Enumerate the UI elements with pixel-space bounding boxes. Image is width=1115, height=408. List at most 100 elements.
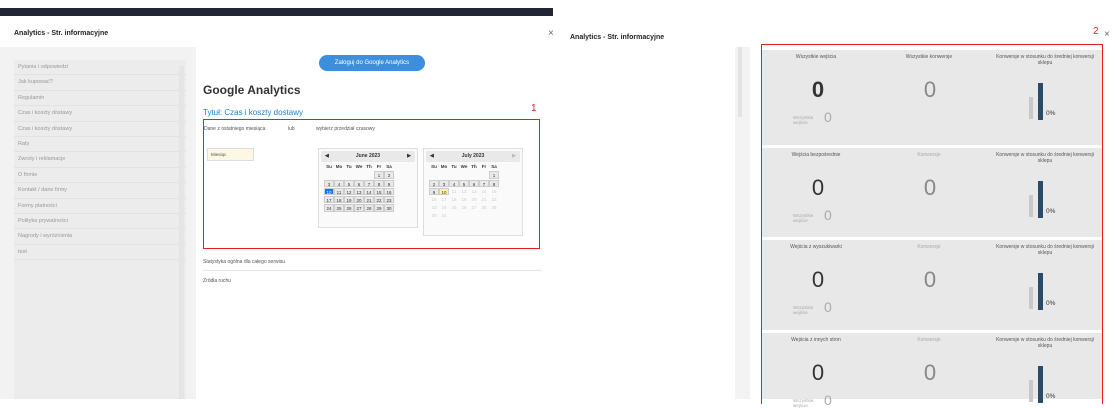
calendar-day-disabled: 31 [441, 213, 447, 219]
sidebar-item[interactable]: Formy płatności [14, 199, 186, 214]
close-icon[interactable]: × [548, 28, 554, 39]
calendar-day-disabled: 24 [441, 205, 447, 211]
calendar-day[interactable]: 25 [334, 204, 344, 212]
calendar-day[interactable]: 18 [334, 195, 344, 204]
calendar-day-disabled: 14 [481, 188, 487, 194]
scrollbar[interactable] [738, 47, 742, 117]
calendar-day[interactable]: 20 [354, 195, 364, 204]
calendar-day[interactable]: 27 [354, 204, 364, 212]
calendar-day[interactable]: 19 [344, 195, 354, 204]
calendar-day[interactable]: 11 [334, 187, 344, 196]
calendar-day[interactable]: 1 [489, 171, 499, 179]
sidebar-scrollbar[interactable] [179, 66, 184, 399]
calendar-day[interactable]: 24 [324, 204, 334, 212]
weekday-label: Tu [451, 164, 457, 169]
calendar-day[interactable]: 8 [489, 179, 499, 187]
calendar-blank [479, 171, 488, 178]
sidebar-item[interactable]: Jak kupować? [14, 75, 186, 91]
calendar-day[interactable]: 4 [334, 179, 344, 187]
page-title: Google Analytics [203, 83, 301, 97]
calendar-day[interactable]: 8 [374, 179, 384, 187]
calendar-day-disabled: 13 [471, 188, 477, 194]
calendar-day[interactable]: 6 [469, 179, 479, 187]
calendar-day[interactable]: 6 [354, 179, 364, 187]
calendar-day[interactable]: 5 [459, 179, 469, 187]
sidebar-item[interactable]: Pytania i odpowiedzi [14, 60, 186, 76]
calendar-blank [334, 171, 343, 178]
month-field[interactable]: Miesiąc [207, 148, 254, 161]
calendar-days: 1 2 3 4 5 6 7 8 9 10 11 12 13 14 15 16 1… [324, 171, 415, 212]
annotation-label-1: 1 [531, 103, 537, 114]
sidebar-item[interactable]: Nagrody i wyróżnienia [14, 229, 186, 245]
weekday-label: Th [366, 164, 372, 169]
calendar-day-selected[interactable]: 10 [324, 187, 334, 196]
calendar-day[interactable]: 13 [354, 187, 364, 196]
panel-title: Analytics - Str. informacyjne [14, 30, 109, 37]
calendar-day-disabled: 23 [431, 205, 437, 211]
close-icon[interactable]: × [1104, 29, 1110, 40]
sidebar-item[interactable]: O firmie [14, 168, 186, 184]
calendar-day[interactable]: 1 [374, 171, 384, 179]
sidebar-item[interactable]: Zwroty i reklamacje [14, 152, 186, 168]
calendar-day-disabled: 16 [431, 196, 437, 202]
stats-overall-link[interactable]: Statystyka ogólna dla całego serwisu [203, 259, 285, 265]
calendar-day[interactable]: 26 [344, 204, 354, 212]
calendar-day[interactable]: 2 [429, 179, 439, 187]
calendar-day-disabled: 19 [461, 196, 467, 202]
calendar-day[interactable]: 28 [364, 204, 374, 212]
calendar-day[interactable]: 23 [384, 195, 394, 204]
calendar-day[interactable]: 3 [324, 179, 334, 187]
calendar-day[interactable]: 2 [384, 171, 394, 179]
sidebar-item[interactable]: test [14, 245, 186, 261]
calendar-day-disabled: 22 [491, 196, 497, 202]
weekday-label: Fr [481, 164, 487, 169]
calendar-day[interactable]: 30 [384, 204, 394, 212]
calendar-blank [344, 171, 353, 178]
calendar-day-disabled: 15 [491, 188, 497, 194]
sidebar-item[interactable]: Kontakt / dane firmy [14, 183, 186, 199]
calendar-blank [459, 171, 468, 178]
last-month-link[interactable]: Dane z ostatniego miesiąca [204, 126, 265, 132]
calendar-day[interactable]: 4 [449, 179, 459, 187]
calendar-day[interactable]: 15 [374, 187, 384, 196]
calendar-day-disabled: 21 [481, 196, 487, 202]
calendar-day[interactable]: 7 [364, 179, 374, 187]
calendar-blank [324, 171, 333, 178]
calendar-day[interactable]: 22 [374, 195, 384, 204]
sidebar-item[interactable]: Regulamin [14, 91, 186, 107]
sidebar-item[interactable]: Czas i koszty dostawy [14, 106, 186, 122]
sidebar-item[interactable]: Czas i koszty dostawy [14, 122, 186, 137]
calendar-day[interactable]: 9 [384, 179, 394, 187]
calendar-header: ◀ June 2023 ▶ [321, 151, 415, 162]
calendar-day-disabled: 27 [471, 205, 477, 211]
panel-title: Analytics - Str. informacyjne [570, 34, 665, 41]
calendar-day[interactable]: 17 [324, 195, 334, 204]
prev-month-icon[interactable]: ◀ [430, 151, 434, 162]
calendar-day[interactable]: 9 [429, 187, 439, 196]
calendar-day[interactable]: 16 [384, 187, 394, 196]
calendar-day[interactable]: 21 [364, 195, 374, 204]
calendar-blank [364, 171, 373, 178]
next-month-icon[interactable]: ▶ [407, 151, 411, 162]
weekday-label: Fr [376, 164, 382, 169]
weekday-label: Mo [335, 164, 343, 169]
sidebar-item[interactable]: Raty [14, 137, 186, 153]
calendar-day-today[interactable]: 10 [439, 187, 449, 196]
calendar-blank [354, 171, 363, 178]
sidebar-item[interactable]: Polityka prywatności [14, 214, 186, 230]
calendar-day-disabled: 20 [471, 196, 477, 202]
calendar-day[interactable]: 14 [364, 187, 374, 196]
prev-month-icon[interactable]: ◀ [325, 151, 329, 162]
weekday-row: Su Mo Tu We Th Fr Sa [429, 162, 520, 171]
calendar-day[interactable]: 29 [374, 204, 384, 212]
traffic-sources-link[interactable]: Źródła ruchu [203, 278, 231, 284]
calendar-day-disabled: 25 [451, 205, 457, 211]
calendar-day[interactable]: 12 [344, 187, 354, 196]
google-analytics-login-button[interactable]: Zaloguj do Google Analytics [319, 55, 425, 71]
choose-range-link[interactable]: wybierz przedział czasowy [316, 126, 375, 132]
calendar-day[interactable]: 5 [344, 179, 354, 187]
calendar-day[interactable]: 3 [439, 179, 449, 187]
calendar-day[interactable]: 7 [479, 179, 489, 187]
next-month-icon[interactable]: ▶ [512, 151, 516, 162]
calendar-header: ◀ July 2023 ▶ [426, 151, 520, 162]
